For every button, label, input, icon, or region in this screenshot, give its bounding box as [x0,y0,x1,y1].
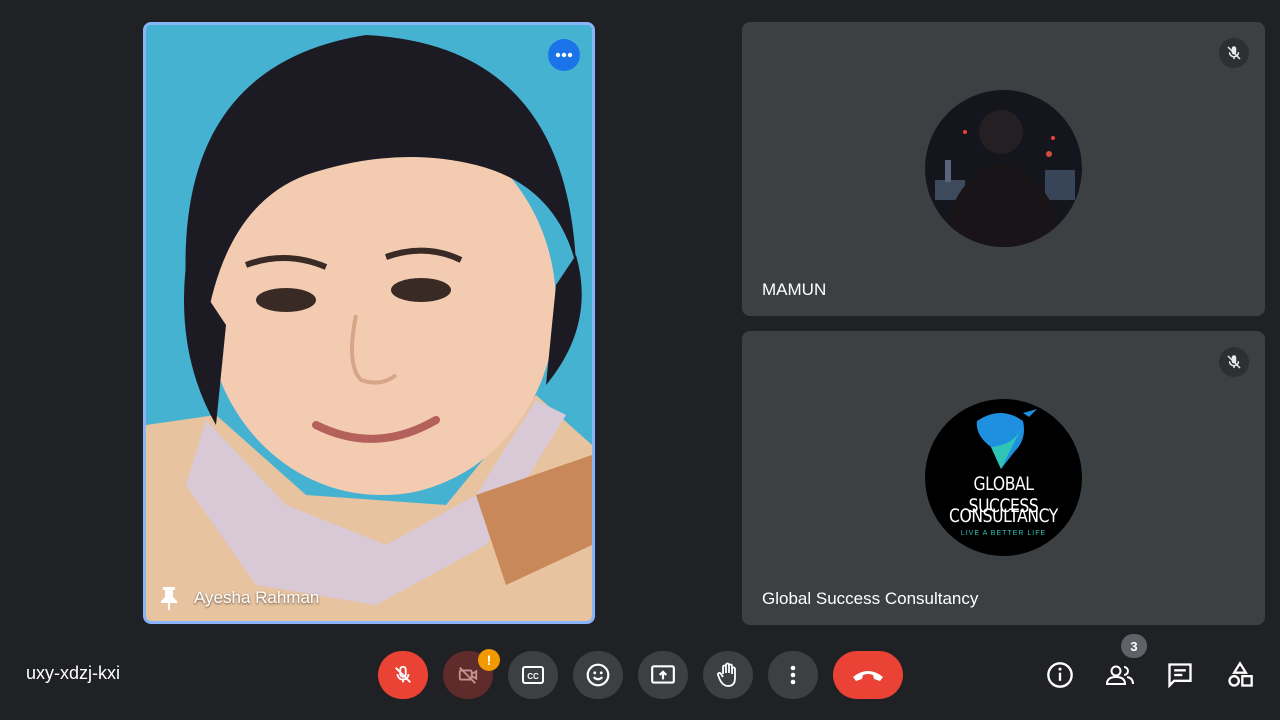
logo-text: CONSULTANCY [949,505,1058,527]
more-vert-icon [790,665,796,685]
svg-text:CC: CC [527,672,539,681]
info-icon [1047,662,1073,688]
reactions-button[interactable] [573,651,623,699]
main-video-tile[interactable]: Ayesha Rahman [143,22,595,624]
chat-icon [1168,663,1192,689]
participant-name-row: Ayesha Rahman [158,585,319,611]
participant-tile-global-success[interactable]: GLOBAL SUCCESS CONSULTANCY LIVE A BETTER… [742,331,1265,625]
meeting-details-button[interactable] [1042,657,1078,693]
chat-button[interactable] [1162,657,1198,693]
more-horiz-icon [555,52,573,58]
captions-icon: CC [522,666,544,684]
hangup-icon [853,671,883,681]
participant-video [146,25,592,621]
participant-count-badge: 3 [1121,634,1147,658]
captions-button[interactable]: CC [508,651,558,699]
activities-icon [1228,661,1253,687]
participant-name: Ayesha Rahman [194,588,320,607]
warning-icon: ! [478,649,500,671]
more-options-button[interactable] [548,39,580,71]
present-icon [651,665,675,684]
logo-tagline: LIVE A BETTER LIFE [960,530,1047,537]
muted-indicator [1219,347,1249,377]
raise-hand-button[interactable] [703,651,753,699]
muted-indicator [1219,38,1249,68]
mic-off-icon [1227,355,1241,369]
more-options-button[interactable] [768,651,818,699]
camera-off-icon [458,667,478,684]
mic-off-icon [1227,46,1241,60]
emoji-icon [586,663,610,687]
leave-call-button[interactable] [833,651,903,699]
present-screen-button[interactable] [638,651,688,699]
participant-name: Global Success Consultancy [762,589,979,608]
camera-toggle-button[interactable]: ! [443,649,500,699]
pin-icon[interactable] [158,585,180,611]
activities-button[interactable] [1222,657,1258,693]
raise-hand-icon [717,662,736,687]
mic-off-icon [395,665,411,683]
participant-tile-mamun[interactable]: MAMUN [742,22,1265,316]
avatar [925,90,1082,247]
meeting-code: uxy-xdzj-kxi [26,663,121,683]
people-icon [1105,665,1134,685]
participant-name: MAMUN [762,280,827,299]
mic-toggle-button[interactable] [378,651,428,699]
company-logo: GLOBAL SUCCESS CONSULTANCY LIVE A BETTER… [925,399,1082,556]
people-button[interactable] [1102,657,1138,693]
